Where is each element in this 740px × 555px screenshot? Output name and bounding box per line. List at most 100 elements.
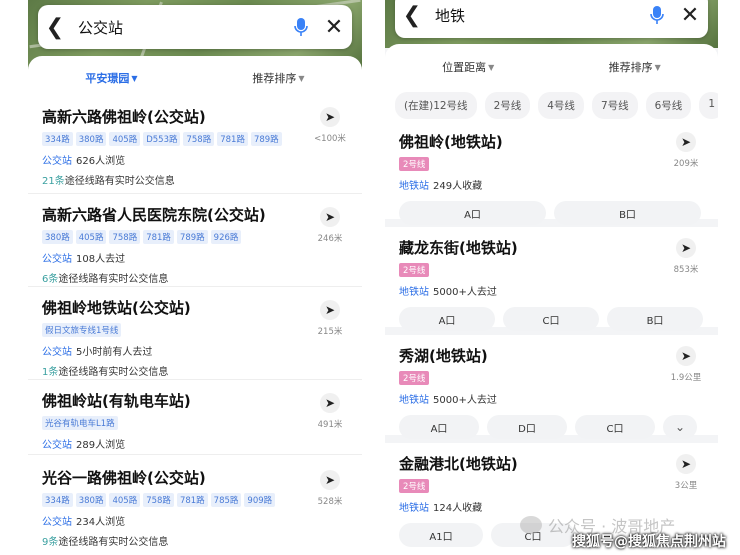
list-item[interactable]: 光谷一路佛祖岭(公交站) 334路 380路 405路 758路 781路 78…	[28, 455, 362, 548]
station-info: 地铁站 249人收藏	[399, 177, 704, 192]
caret-down-icon: ▼	[654, 62, 661, 72]
exit-button[interactable]: C口	[575, 415, 655, 439]
voice-search-icon[interactable]	[642, 0, 672, 37]
list-item[interactable]: 佛祖岭(地铁站) 2号线 地铁站 249人收藏 A口 B口 ➤ 209米	[385, 119, 718, 225]
wechat-icon	[520, 516, 542, 534]
navigate-button[interactable]: ➤ 3公里	[666, 453, 706, 491]
line-chips: (在建)12号线 2号线 4号线 7号线 6号线 1	[385, 92, 718, 119]
close-icon[interactable]: ✕	[672, 0, 708, 37]
exit-button[interactable]: A口	[399, 307, 495, 331]
station-info: 公交站 289人浏览	[42, 436, 348, 451]
exit-button[interactable]: B口	[607, 307, 703, 331]
line-chip[interactable]: 2号线	[484, 92, 531, 119]
distance: 3公里	[674, 481, 698, 491]
list-item[interactable]: 佛祖岭站(有轨电车站) 光谷有轨电车L1路 公交站 289人浏览 ➤ 491米	[28, 380, 362, 455]
chevron-down-icon[interactable]: ⌄	[663, 415, 697, 439]
line-chip[interactable]: 4号线	[538, 92, 584, 119]
close-icon[interactable]: ✕	[316, 5, 352, 49]
search-bar[interactable]: ❮ 公交站 ✕	[38, 5, 352, 49]
navigate-button[interactable]: ➤ 491米	[310, 392, 350, 430]
sort-filter[interactable]: 推荐排序 ▼	[552, 59, 719, 75]
navigate-button[interactable]: ➤ 853米	[666, 237, 706, 275]
station-info: 地铁站 5000+人去过	[399, 283, 704, 298]
station-kind: 地铁站	[399, 287, 429, 298]
navigate-button[interactable]: ➤ 215米	[310, 299, 350, 337]
route-tag: 785路	[210, 493, 242, 507]
exit-button[interactable]: A口	[399, 201, 546, 225]
sort-filter[interactable]: 推荐排序 ▼	[195, 70, 362, 86]
navigate-button[interactable]: ➤ 1.9公里	[666, 345, 706, 383]
route-tags: 380路 405路 758路 781路 789路 926路	[42, 230, 348, 244]
caret-down-icon: ▼	[488, 62, 495, 72]
route-tag: 334路	[42, 132, 73, 146]
subway-search-screen: ❮ 地铁 ✕ 位置距离 ▼ 推荐排序 ▼ (在建)12号线 2号线 4号线 7号线 …	[385, 0, 718, 555]
list-item[interactable]: 高新六路省人民医院东院(公交站) 380路 405路 758路 781路 789…	[28, 194, 362, 287]
navigate-arrow-icon: ➤	[676, 346, 696, 366]
station-kind: 地铁站	[399, 395, 429, 406]
exit-button[interactable]: A口	[399, 415, 479, 439]
realtime-text: 途径线路有实时公交信息	[58, 274, 169, 285]
station-stat: 234人浏览	[76, 517, 126, 528]
realtime-info: 1条途径线路有实时公交信息	[42, 363, 348, 378]
station-info: 公交站 234人浏览	[42, 513, 348, 528]
route-count: 6条	[42, 274, 59, 285]
list-item[interactable]: 高新六路佛祖岭(公交站) 334路 380路 405路 D553路 758路 7…	[28, 100, 362, 194]
route-tag: 789路	[250, 132, 282, 146]
realtime-text: 途径线路有实时公交信息	[58, 367, 169, 378]
exit-list: A口 D口 C口 ⌄	[399, 415, 704, 439]
list-item[interactable]: 藏龙东街(地铁站) 2号线 地铁站 5000+人去过 A口 C口 B口 ➤ 853…	[385, 227, 718, 331]
route-tag: 380路	[42, 230, 73, 244]
navigate-arrow-icon: ➤	[676, 454, 696, 474]
navigate-button[interactable]: ➤ 246米	[310, 206, 350, 244]
route-tag: 假日文旅专线1号线	[42, 323, 122, 337]
station-info: 公交站 5小时前有人去过	[42, 343, 348, 358]
bus-search-screen: ❮ 公交站 ✕ 平安璟园 ▼ 推荐排序 ▼ 高新六路佛祖岭(公交站) 334路 38…	[28, 0, 362, 555]
voice-search-icon[interactable]	[286, 5, 316, 49]
distance-filter[interactable]: 位置距离 ▼	[385, 59, 552, 75]
line-chip[interactable]: 7号线	[591, 92, 638, 119]
navigate-arrow-icon: ➤	[320, 300, 340, 320]
search-input[interactable]: 公交站	[72, 17, 286, 38]
station-kind: 地铁站	[399, 181, 429, 192]
route-tag: 405路	[109, 132, 141, 146]
station-info: 公交站 626人浏览	[42, 152, 348, 167]
exit-button[interactable]: A1口	[399, 523, 483, 547]
line-chip[interactable]: 1	[699, 92, 718, 119]
realtime-info: 9条途径线路有实时公交信息	[42, 533, 348, 548]
exit-button[interactable]: B口	[554, 201, 701, 225]
station-stat: 124人收藏	[433, 503, 483, 514]
results-sheet: 位置距离 ▼ 推荐排序 ▼ (在建)12号线 2号线 4号线 7号线 6号线 1 佛…	[385, 44, 718, 555]
filter-row: 位置距离 ▼ 推荐排序 ▼	[385, 44, 718, 90]
route-tag: 781路	[143, 230, 174, 244]
search-input[interactable]: 地铁	[429, 5, 642, 26]
navigate-arrow-icon: ➤	[320, 207, 340, 227]
navigate-button[interactable]: ➤ <100米	[310, 106, 350, 144]
line-tag: 2号线	[399, 371, 430, 385]
exit-button[interactable]: C口	[503, 307, 599, 331]
route-tag: D553路	[143, 132, 181, 146]
route-tags: 假日文旅专线1号线	[42, 323, 348, 337]
list-item[interactable]: 秀湖(地铁站) 2号线 地铁站 5000+人去过 A口 D口 C口 ⌄ ➤ 1.9…	[385, 335, 718, 439]
distance: 1.9公里	[670, 373, 702, 383]
route-tag: 781路	[176, 493, 208, 507]
station-stat: 108人去过	[76, 254, 126, 265]
station-kind: 公交站	[42, 254, 72, 265]
station-stat: 5000+人去过	[433, 287, 497, 298]
list-item[interactable]: 佛祖岭地铁站(公交站) 假日文旅专线1号线 公交站 5小时前有人去过 1条途径线路…	[28, 287, 362, 380]
exit-button[interactable]: D口	[487, 415, 567, 439]
back-arrow-icon[interactable]: ❮	[38, 5, 72, 49]
search-bar[interactable]: ❮ 地铁 ✕	[395, 0, 708, 38]
distance: <100米	[314, 134, 346, 144]
line-chip[interactable]: 6号线	[645, 92, 692, 119]
line-chip[interactable]: (在建)12号线	[395, 92, 477, 119]
route-count: 21条	[42, 176, 65, 187]
navigate-button[interactable]: ➤ 209米	[666, 131, 706, 169]
back-arrow-icon[interactable]: ❮	[395, 0, 429, 37]
distance: 491米	[317, 420, 343, 430]
navigate-button[interactable]: ➤ 528米	[310, 469, 350, 507]
distance-filter-label: 位置距离	[442, 61, 487, 74]
route-tag: 405路	[109, 493, 141, 507]
station-kind: 公交站	[42, 347, 72, 358]
line-tag: 2号线	[399, 263, 430, 277]
area-filter[interactable]: 平安璟园 ▼	[28, 70, 195, 86]
